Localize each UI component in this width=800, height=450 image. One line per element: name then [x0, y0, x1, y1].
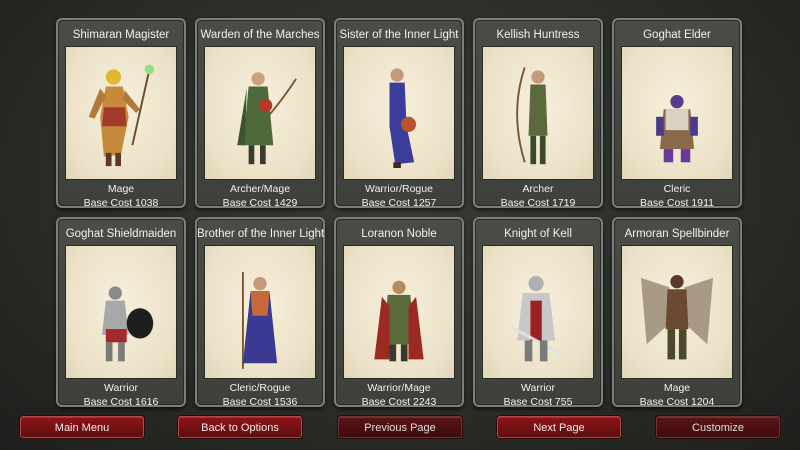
character-portrait: [65, 245, 177, 379]
character-cost: Base Cost 1038: [83, 197, 159, 209]
character-card[interactable]: Goghat Shieldmaiden Warrior Base Cost 16…: [56, 217, 186, 408]
character-name: Armoran Spellbinder: [624, 228, 730, 240]
dwarf-figure-icon: [656, 94, 698, 163]
character-portrait: [343, 46, 455, 180]
character-name: Goghat Elder: [643, 29, 711, 41]
character-name: Warden of the Marches: [200, 29, 320, 41]
character-card[interactable]: Armoran Spellbinder Mage Base Cost 1204: [612, 217, 742, 408]
archer-figure-icon: [237, 72, 297, 165]
character-class: Cleric/Rogue: [229, 382, 291, 394]
previous-page-button[interactable]: Previous Page: [338, 416, 462, 438]
character-cost: Base Cost 2243: [361, 396, 437, 408]
next-page-button[interactable]: Next Page: [497, 416, 621, 438]
robed-figure-icon: [241, 272, 278, 369]
character-portrait: [204, 46, 316, 180]
character-cost: Base Cost 1911: [640, 197, 714, 209]
winged-figure-icon: [640, 275, 714, 360]
character-portrait: [343, 245, 455, 379]
character-name: Kellish Huntress: [496, 29, 580, 41]
character-cost: Base Cost 1204: [639, 396, 715, 408]
character-grid: Shimaran Magister Mage Base Cost 1038 Wa…: [56, 18, 742, 408]
character-cost: Base Cost 1536: [222, 396, 298, 408]
character-class: Warrior: [520, 382, 556, 394]
character-name: Brother of the Inner Light: [197, 228, 325, 240]
character-cost: Base Cost 1719: [500, 197, 576, 209]
character-card[interactable]: Warden of the Marches Archer/Mage Base C…: [195, 18, 325, 209]
character-portrait: [204, 245, 316, 379]
noble-figure-icon: [374, 280, 424, 362]
character-card[interactable]: Shimaran Magister Mage Base Cost 1038: [56, 18, 186, 209]
character-cost: Base Cost 1429: [222, 197, 298, 209]
character-class: Archer/Mage: [229, 183, 291, 195]
character-class: Mage: [663, 382, 691, 394]
character-card[interactable]: Sister of the Inner Light Warrior/Rogue …: [334, 18, 464, 209]
character-class: Warrior/Mage: [367, 382, 431, 394]
character-card[interactable]: Knight of Kell Warrior Base Cost 755: [473, 217, 603, 408]
character-portrait: [621, 46, 733, 180]
back-to-options-button[interactable]: Back to Options: [178, 416, 302, 438]
character-class: Mage: [107, 183, 135, 195]
character-name: Loranon Noble: [361, 228, 437, 240]
character-class: Archer: [522, 183, 554, 195]
character-cost: Base Cost 1257: [361, 197, 437, 209]
character-card[interactable]: Goghat Elder Cleric Base Cost 1911: [612, 18, 742, 209]
character-portrait: [482, 46, 594, 180]
character-portrait: [482, 245, 594, 379]
mage-figure-icon: [88, 64, 155, 167]
main-menu-button[interactable]: Main Menu: [20, 416, 144, 438]
character-portrait: [621, 245, 733, 379]
character-class: Warrior: [103, 382, 139, 394]
character-portrait: [65, 46, 177, 180]
character-card[interactable]: Loranon Noble Warrior/Mage Base Cost 224…: [334, 217, 464, 408]
customize-button[interactable]: Customize: [656, 416, 780, 438]
character-card[interactable]: Brother of the Inner Light Cleric/Rogue …: [195, 217, 325, 408]
character-cost: Base Cost 1616: [83, 396, 159, 408]
shield-warrior-icon: [102, 286, 154, 362]
character-cost: Base Cost 755: [503, 396, 573, 408]
robed-figure-icon: [389, 68, 417, 168]
character-card[interactable]: Kellish Huntress Archer Base Cost 1719: [473, 18, 603, 209]
character-class: Warrior/Rogue: [365, 183, 433, 195]
character-name: Sister of the Inner Light: [339, 29, 459, 41]
knight-figure-icon: [510, 275, 562, 362]
character-name: Goghat Shieldmaiden: [65, 228, 177, 240]
archer-figure-icon: [516, 67, 548, 165]
character-class: Cleric: [663, 183, 691, 195]
character-name: Shimaran Magister: [72, 29, 170, 41]
character-name: Knight of Kell: [504, 228, 572, 240]
